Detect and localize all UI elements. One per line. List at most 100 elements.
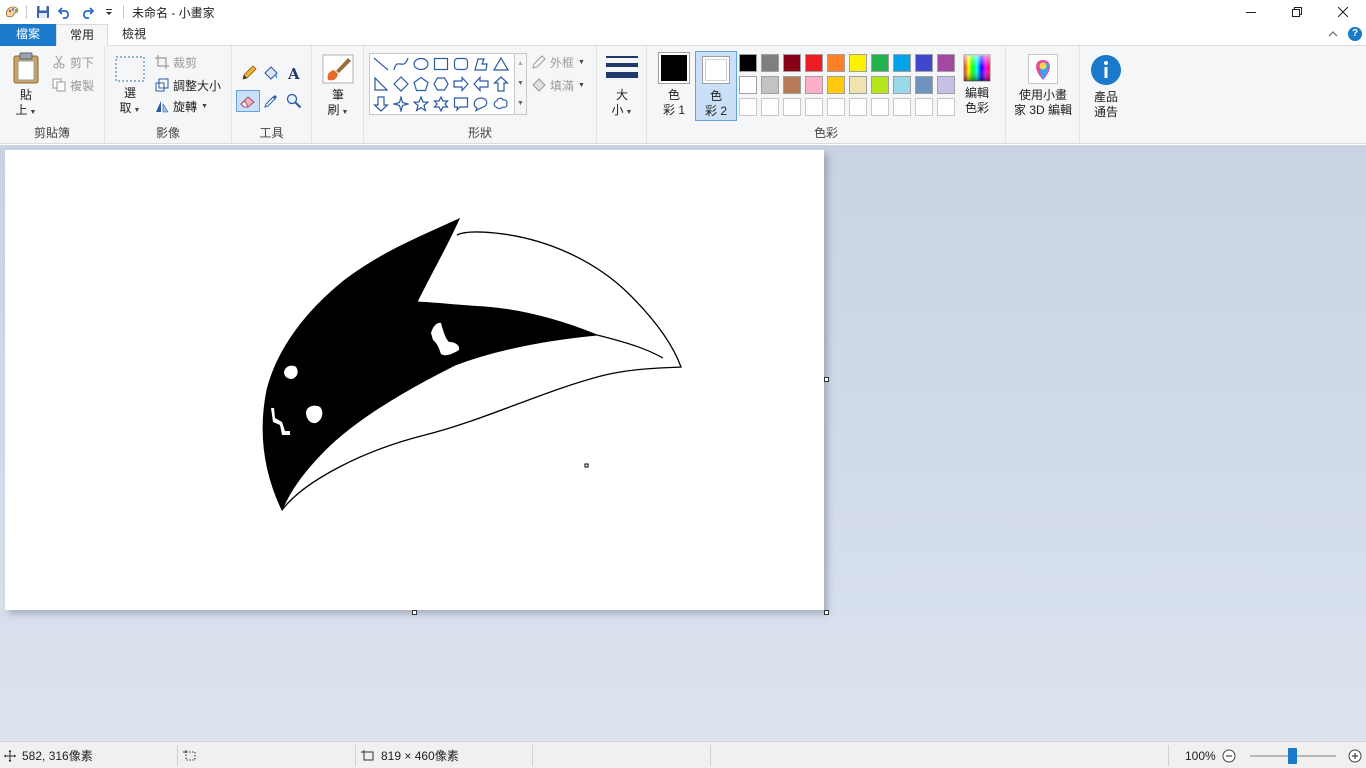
palette-swatch[interactable]	[871, 76, 889, 94]
triangle-shape[interactable]	[491, 54, 511, 74]
down-arrow-shape[interactable]	[371, 94, 391, 114]
left-arrow-shape[interactable]	[471, 74, 491, 94]
gallery-expand-icon[interactable]: ▼	[515, 94, 526, 114]
right-triangle-shape[interactable]	[371, 74, 391, 94]
color1-button[interactable]: 色 彩 1	[654, 52, 694, 118]
drawing-canvas[interactable]	[5, 150, 824, 610]
gallery-scroll-up-icon[interactable]: ▲	[515, 54, 526, 74]
paint-app-icon[interactable]	[2, 2, 22, 22]
rect-callout-shape[interactable]	[451, 94, 471, 114]
canvas-resize-handle-right[interactable]	[824, 377, 829, 382]
zoom-out-icon[interactable]	[1222, 749, 1236, 763]
palette-swatch-empty[interactable]	[783, 98, 801, 116]
line-shape[interactable]	[371, 54, 391, 74]
color-picker-tool[interactable]	[260, 90, 282, 112]
tab-home[interactable]: 常用	[56, 24, 108, 47]
up-arrow-shape[interactable]	[491, 74, 511, 94]
palette-swatch[interactable]	[761, 76, 779, 94]
cloud-callout-shape[interactable]	[491, 94, 511, 114]
restore-button[interactable]	[1274, 0, 1320, 24]
palette-swatch[interactable]	[937, 76, 955, 94]
palette-swatch-empty[interactable]	[739, 98, 757, 116]
fill-button[interactable]: 填滿 ▼	[532, 75, 585, 95]
canvas-workspace[interactable]	[0, 145, 1366, 741]
minimize-button[interactable]	[1228, 0, 1274, 24]
edit-colors-button[interactable]: 編輯 色彩	[957, 54, 997, 116]
palette-swatch[interactable]	[915, 54, 933, 72]
palette-swatch[interactable]	[849, 54, 867, 72]
palette-swatch-empty[interactable]	[915, 98, 933, 116]
palette-swatch-empty[interactable]	[893, 98, 911, 116]
pencil-tool[interactable]	[238, 62, 260, 84]
palette-swatch[interactable]	[849, 76, 867, 94]
resize-button[interactable]: 調整大小	[155, 75, 221, 95]
color2-button[interactable]: 色 彩 2	[695, 51, 737, 121]
six-point-star-shape[interactable]	[431, 94, 451, 114]
product-alert-label-line2: 通告	[1093, 105, 1118, 119]
cut-button[interactable]: 剪下	[52, 52, 94, 72]
palette-swatch-empty[interactable]	[761, 98, 779, 116]
rounded-rectangle-shape[interactable]	[451, 54, 471, 74]
brushes-button[interactable]: 筆 刷 ▼	[318, 54, 358, 120]
oval-shape[interactable]	[411, 54, 431, 74]
zoom-in-icon[interactable]	[1348, 749, 1362, 763]
palette-swatch[interactable]	[893, 54, 911, 72]
palette-swatch[interactable]	[871, 54, 889, 72]
five-point-star-shape[interactable]	[411, 94, 431, 114]
oval-callout-shape[interactable]	[471, 94, 491, 114]
canvas-resize-handle-corner[interactable]	[824, 610, 829, 615]
save-icon[interactable]	[33, 2, 53, 22]
right-arrow-shape[interactable]	[451, 74, 471, 94]
outline-button[interactable]: 外框 ▼	[532, 52, 585, 72]
rotate-button[interactable]: 旋轉 ▼	[155, 96, 208, 116]
shapes-gallery-scroll[interactable]: ▲ ▼ ▼	[515, 53, 527, 115]
copy-button[interactable]: 複製	[52, 75, 94, 95]
palette-swatch-empty[interactable]	[871, 98, 889, 116]
tab-file[interactable]: 檔案	[0, 24, 56, 46]
text-tool[interactable]: A	[283, 62, 305, 84]
zoom-slider-thumb[interactable]	[1287, 747, 1297, 764]
close-button[interactable]	[1320, 0, 1366, 24]
minimize-ribbon-icon[interactable]	[1328, 30, 1338, 38]
product-alert-button[interactable]: 產品 通告	[1086, 54, 1126, 120]
gallery-scroll-down-icon[interactable]: ▼	[515, 74, 526, 94]
edit-with-paint3d-button[interactable]: 使用小畫 家 3D 編輯	[1009, 54, 1077, 118]
fill-tool[interactable]	[260, 62, 282, 84]
palette-swatch[interactable]	[783, 54, 801, 72]
curve-shape[interactable]	[391, 54, 411, 74]
diamond-shape[interactable]	[391, 74, 411, 94]
magnifier-tool[interactable]	[283, 90, 305, 112]
palette-swatch[interactable]	[783, 76, 801, 94]
help-icon[interactable]: ?	[1348, 27, 1362, 41]
crop-button[interactable]: 裁剪	[155, 52, 197, 72]
redo-icon[interactable]	[77, 2, 97, 22]
palette-swatch-empty[interactable]	[937, 98, 955, 116]
palette-swatch-empty[interactable]	[805, 98, 823, 116]
zoom-slider[interactable]	[1249, 747, 1336, 764]
palette-swatch-empty[interactable]	[849, 98, 867, 116]
palette-swatch-empty[interactable]	[827, 98, 845, 116]
palette-swatch[interactable]	[915, 76, 933, 94]
undo-icon[interactable]	[55, 2, 75, 22]
palette-swatch[interactable]	[827, 54, 845, 72]
customize-qa-dropdown-icon[interactable]	[99, 2, 119, 22]
palette-swatch[interactable]	[937, 54, 955, 72]
size-button[interactable]: 大 小 ▼	[603, 54, 641, 120]
eraser-tool[interactable]	[236, 90, 260, 112]
hexagon-shape[interactable]	[431, 74, 451, 94]
palette-swatch[interactable]	[805, 54, 823, 72]
select-button[interactable]: 選 取 ▼	[111, 56, 149, 118]
rectangle-shape[interactable]	[431, 54, 451, 74]
palette-swatch[interactable]	[739, 76, 757, 94]
palette-swatch[interactable]	[827, 76, 845, 94]
canvas-resize-handle-bottom[interactable]	[412, 610, 417, 615]
palette-swatch[interactable]	[739, 54, 757, 72]
pentagon-shape[interactable]	[411, 74, 431, 94]
four-point-star-shape[interactable]	[391, 94, 411, 114]
palette-swatch[interactable]	[761, 54, 779, 72]
polygon-shape[interactable]	[471, 54, 491, 74]
palette-swatch[interactable]	[893, 76, 911, 94]
tab-view[interactable]: 檢視	[108, 24, 160, 46]
paste-button[interactable]: 貼 上 ▼	[6, 52, 46, 120]
palette-swatch[interactable]	[805, 76, 823, 94]
